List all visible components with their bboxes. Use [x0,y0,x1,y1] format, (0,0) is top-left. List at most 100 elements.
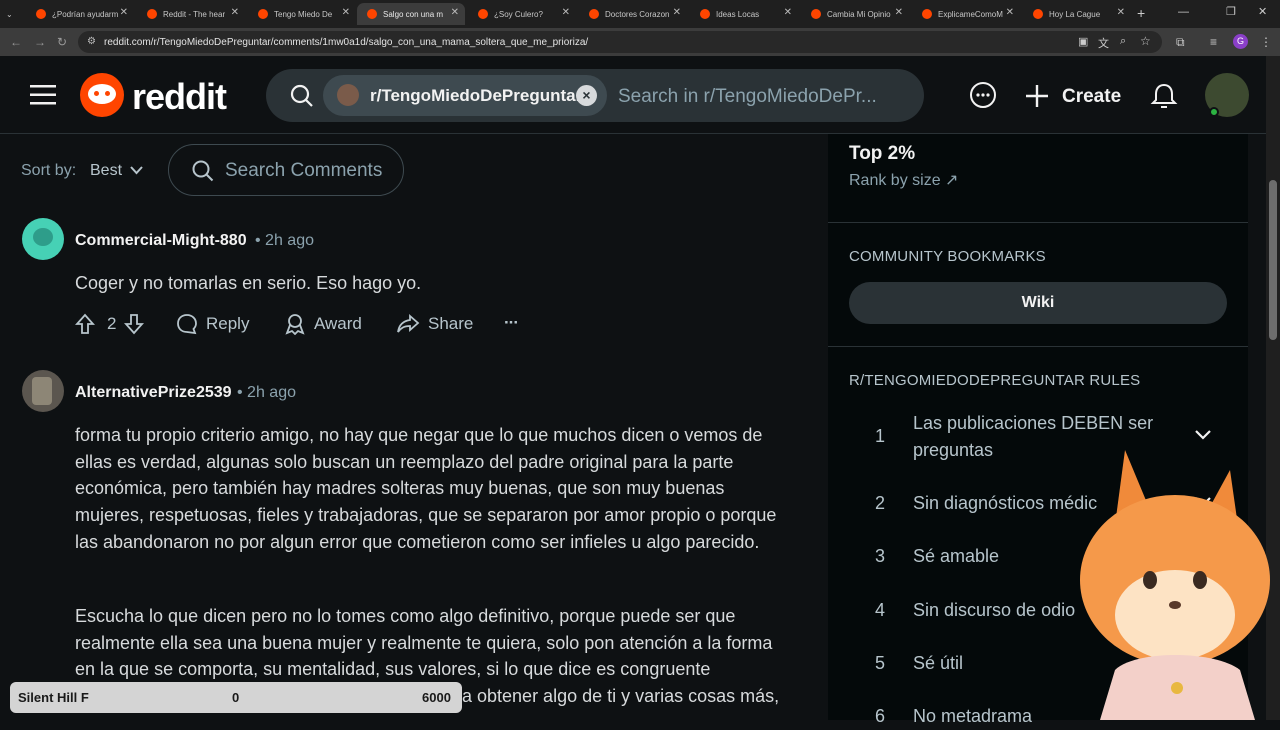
site-info-icon[interactable]: ⚙ [87,36,96,47]
browser-tab[interactable]: ¿Soy Culero? ✕ [468,3,576,25]
new-tab-icon[interactable]: + [1137,5,1145,21]
extensions-icon[interactable]: ⧉ [1176,35,1185,50]
stream-game-overlay: Silent Hill F 0 6000 [10,682,462,713]
back-icon[interactable]: ← [10,35,22,49]
bookmarks-heading: COMMUNITY BOOKMARKS [849,248,1046,265]
chevron-down-icon[interactable] [130,166,143,175]
comment-username[interactable]: Commercial-Might-880 [75,232,247,250]
rule-number: 4 [875,600,886,620]
vote-group: 2 [75,313,152,335]
search-icon [290,84,313,107]
close-icon[interactable]: ✕ [562,7,570,18]
close-icon[interactable]: ✕ [342,7,350,18]
community-rank: Top 2% [849,143,916,164]
subreddit-avatar [337,84,359,106]
rule-number: 1 [875,426,886,446]
online-status-dot [1209,107,1219,117]
browser-tab[interactable]: Tengo Miedo De ✕ [248,3,356,25]
reddit-favicon-icon [367,9,377,19]
reddit-snoo-face [88,84,116,104]
sidebar-divider [828,346,1248,347]
chat-icon[interactable] [968,81,998,111]
plus-icon[interactable] [1025,84,1049,108]
comment-search-input[interactable]: Search Comments [225,160,382,182]
close-icon[interactable]: ✕ [451,7,459,18]
share-label: Share [428,314,474,333]
forward-icon[interactable]: → [34,35,46,49]
bookmark-star-icon[interactable]: ☆ [1140,34,1151,48]
reddit-favicon-icon [589,9,599,19]
game-title: Silent Hill F [18,690,89,705]
menu-kebab-icon[interactable]: ⋮ [1260,35,1272,49]
rules-heading: R/TENGOMIEDODEPREGUNTAR RULES [849,372,1141,389]
close-icon[interactable]: ✕ [120,7,128,18]
tab-search-button[interactable]: ⌄ [0,3,22,25]
rule-number: 2 [875,493,886,513]
browser-tab[interactable]: Ideas Locas ✕ [690,3,798,25]
comment-body: Coger y no tomarlas en serio. Eso hago y… [75,273,422,293]
reddit-favicon-icon [147,9,157,19]
close-icon[interactable]: ✕ [673,7,681,18]
rule-number: 5 [875,653,886,673]
close-icon[interactable]: ✕ [895,7,903,18]
reading-list-icon[interactable]: ≡ [1210,35,1217,49]
close-icon[interactable]: ✕ [1117,7,1125,18]
browser-address-bar: ← → ↻ ⚙ reddit.com/r/TengoMiedoDePregunt… [0,28,1280,56]
scrollbar-thumb[interactable] [1269,180,1277,340]
url-field[interactable]: ⚙ reddit.com/r/TengoMiedoDePreguntar/com… [78,31,1162,53]
reddit-favicon-icon [700,9,710,19]
zoom-icon[interactable]: ⌕ [1120,35,1126,48]
restore-icon[interactable]: ❐ [1226,5,1236,18]
reddit-wordmark[interactable]: reddit [132,76,227,118]
comment-username[interactable]: AlternativePrize2539 [75,384,232,402]
reply-button[interactable]: Reply [176,313,249,335]
minimize-icon[interactable]: — [1178,6,1189,18]
share-icon [397,314,420,333]
close-icon[interactable]: ✕ [231,7,239,18]
award-button[interactable]: Award [284,313,362,335]
hamburger-menu-icon[interactable] [30,84,56,106]
profile-avatar[interactable]: G [1233,34,1248,49]
browser-tab[interactable]: Hoy La Cague ✕ [1023,3,1131,25]
downvote-icon[interactable] [124,313,145,335]
award-icon [285,314,305,335]
translate-icon[interactable]: 文 [1098,35,1109,51]
reload-icon[interactable]: ↻ [57,35,67,49]
avatar-photo [32,377,52,405]
browser-tab[interactable]: Doctores Corazon ✕ [579,3,687,25]
share-button[interactable]: Share [396,313,473,335]
search-icon [192,160,214,182]
rank-by-size-link[interactable]: Rank by size ↗ [849,170,958,190]
snoo-avatar-icon [33,228,53,246]
browser-tab-bar: ⌄ ¿Podrían ayudarm ✕ Reddit - The hear ✕ T… [0,0,1280,28]
browser-tab[interactable]: ¿Podrían ayudarm ✕ [26,3,134,25]
snoo-eye-left [94,91,99,96]
browser-tab[interactable]: Reddit - The hear ✕ [137,3,245,25]
reply-label: Reply [206,314,250,333]
create-button[interactable]: Create [1062,86,1121,108]
comment-paragraph: Escucha lo que dicen pero no lo tomes co… [75,606,773,680]
close-icon[interactable]: ✕ [784,7,792,18]
browser-tab[interactable]: Cambia Mi Opinio ✕ [801,3,909,25]
sort-dropdown[interactable]: Best [90,162,122,180]
sort-label: Sort by: [21,162,77,179]
rule-number: 3 [875,546,886,566]
browser-tab[interactable]: ExplicameComoM ✕ [912,3,1020,25]
search-input[interactable]: Search in r/TengoMiedoDePr... [618,86,877,108]
wiki-button[interactable]: Wiki [849,282,1227,324]
game-counter: 0 [232,690,240,705]
reddit-favicon-icon [36,9,46,19]
browser-tab-active[interactable]: Salgo con una m ✕ [357,3,465,25]
notification-bell-icon[interactable] [1150,82,1178,110]
reddit-favicon-icon [922,9,932,19]
comment-paragraph: forma tu propio criterio amigo, no hay q… [75,425,777,552]
rule-number: 6 [875,706,886,726]
close-icon[interactable]: ✕ [1006,7,1014,18]
reddit-favicon-icon [258,9,268,19]
cast-icon[interactable]: ▣ [1078,35,1088,48]
more-options-icon[interactable]: ··· [504,313,519,333]
chip-close-icon[interactable]: × [576,85,597,106]
window-close-icon[interactable]: ✕ [1258,5,1267,18]
upvote-icon[interactable] [75,313,95,335]
reddit-favicon-icon [1033,9,1043,19]
